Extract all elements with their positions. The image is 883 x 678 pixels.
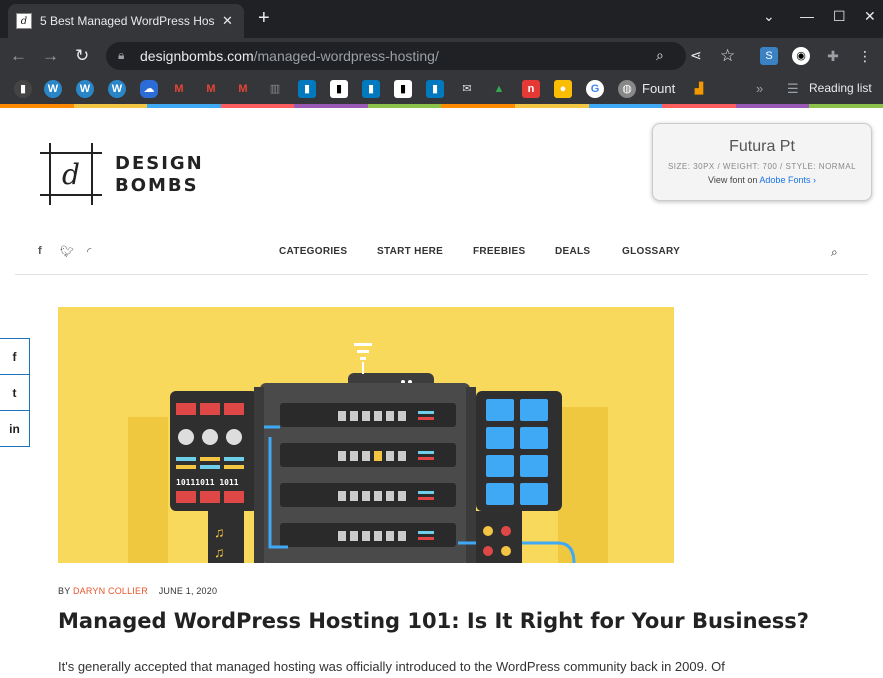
nav-categories[interactable]: CATEGORIES: [279, 246, 347, 257]
address-bar[interactable]: 🔒︎ designbombs.com/managed-wordpress-hos…: [106, 42, 702, 70]
article-date: JUNE 1, 2020: [158, 586, 218, 596]
tab-active[interactable]: d 5 Best Managed WordPress Hos ✕: [8, 4, 244, 38]
extensions-puzzle-icon[interactable]: ✚: [824, 47, 842, 65]
bookmark-wordpress-icon[interactable]: W: [76, 80, 94, 98]
logo-letter: d: [62, 158, 80, 191]
minimize-icon[interactable]: —: [800, 8, 814, 24]
svg-text:♫: ♫: [214, 524, 225, 540]
close-window-icon[interactable]: ✕: [864, 8, 876, 25]
site-favicon-icon: d: [16, 13, 32, 29]
search-icon[interactable]: ⌕: [831, 245, 838, 260]
header-rss-icon[interactable]: ◜: [87, 245, 91, 258]
share-facebook-icon[interactable]: f: [0, 338, 30, 375]
adobe-fonts-link[interactable]: Adobe Fonts ›: [759, 175, 816, 185]
font-view-line: View font on Adobe Fonts ›: [708, 175, 816, 185]
extension-s-icon[interactable]: S: [760, 47, 778, 65]
bookmark-trello-icon[interactable]: ▮: [330, 80, 348, 98]
share-twitter-icon[interactable]: t: [0, 374, 30, 411]
article-meta: BY DARYN COLLIER JUNE 1, 2020: [58, 586, 217, 596]
forward-icon[interactable]: →: [42, 46, 59, 66]
logo-line-2: BOMBS: [115, 175, 199, 196]
article-title: Managed WordPress Hosting 101: Is It Rig…: [58, 609, 809, 633]
logo-line-1: DESIGN: [115, 153, 204, 174]
bookmark-mail-icon[interactable]: ✉: [458, 80, 476, 98]
site-logo-text[interactable]: DESIGN BOMBS: [115, 153, 204, 197]
bookmark-n-icon[interactable]: n: [522, 80, 540, 98]
byline-prefix: BY: [58, 586, 73, 596]
extension-eye-icon[interactable]: ◉: [792, 47, 810, 65]
binary-text: 10111011 1011: [176, 478, 239, 487]
bookmark-trello-icon[interactable]: ▮: [362, 80, 380, 98]
lock-icon[interactable]: 🔒︎: [118, 48, 124, 63]
bookmark-wordpress-icon[interactable]: W: [44, 80, 62, 98]
font-meta: SIZE: 30PX / WEIGHT: 700 / STYLE: NORMAL: [667, 162, 857, 171]
more-bookmarks-icon[interactable]: »: [756, 81, 763, 96]
maximize-icon[interactable]: ☐: [833, 8, 846, 25]
tab-search-icon[interactable]: ⌄: [763, 8, 775, 25]
bookmark-globe-icon[interactable]: ◍: [618, 80, 636, 98]
nav-deals[interactable]: DEALS: [555, 246, 590, 257]
bookmark-star-icon[interactable]: ☆: [720, 46, 735, 66]
bookmark-keep-icon[interactable]: ●: [554, 80, 572, 98]
bookmark-wordpress-icon[interactable]: W: [108, 80, 126, 98]
bookmark-gmail-icon[interactable]: M: [202, 80, 220, 98]
nav-start-here[interactable]: START HERE: [377, 246, 443, 257]
bookmark-trello-icon[interactable]: ▮: [426, 80, 444, 98]
bookmark-gmail-icon[interactable]: M: [234, 80, 252, 98]
share-sidebar: f t in: [0, 338, 30, 447]
reading-list-label[interactable]: Reading list: [809, 81, 872, 95]
author-link[interactable]: DARYN COLLIER: [73, 586, 148, 596]
font-name: Futura Pt: [729, 138, 795, 155]
hero-image: 10111011 1011 ♫ ♫: [58, 307, 674, 563]
share-linkedin-icon[interactable]: in: [0, 410, 30, 447]
color-strip: [0, 104, 883, 108]
reading-list-icon[interactable]: ☰: [787, 81, 799, 97]
nav-freebies[interactable]: FREEBIES: [473, 246, 525, 257]
bookmark-gmail-icon[interactable]: M: [170, 80, 188, 98]
bookmark-dark-icon[interactable]: ▮: [14, 80, 32, 98]
browser-toolbar: ← → ↻ 🔒︎ designbombs.com/managed-wordpre…: [0, 38, 883, 74]
font-info-popup: Futura Pt SIZE: 30PX / WEIGHT: 700 / STY…: [652, 123, 872, 201]
header-twitter-icon[interactable]: 🐦︎: [60, 245, 74, 258]
bookmark-analytics-icon[interactable]: ▥: [266, 80, 284, 98]
bookmark-cloud-icon[interactable]: ☁: [140, 80, 158, 98]
bookmark-fount-label[interactable]: Fount: [642, 81, 675, 96]
nav-glossary[interactable]: GLOSSARY: [622, 246, 680, 257]
bookmark-drive-icon[interactable]: ▲: [490, 80, 508, 98]
tab-strip: d 5 Best Managed WordPress Hos ✕ + ⌄ — ☐…: [0, 0, 883, 38]
bookmarks-bar: ▮ W W W ☁ M M M ▥ ▮ ▮ ▮ ▮ ▮ ✉ ▲ n ● G ◍ …: [0, 74, 883, 104]
url-text[interactable]: designbombs.com/managed-wordpress-hostin…: [140, 48, 439, 64]
reload-icon[interactable]: ↻: [75, 46, 89, 66]
zoom-icon[interactable]: ⌕: [656, 47, 664, 64]
new-tab-button[interactable]: +: [258, 8, 270, 28]
share-icon[interactable]: ⋖: [690, 47, 702, 64]
server-illustration: 10111011 1011 ♫ ♫: [128, 343, 608, 563]
logo-mark-icon[interactable]: d: [40, 143, 102, 205]
bookmark-trello-icon[interactable]: ▮: [298, 80, 316, 98]
bookmark-trello-icon[interactable]: ▮: [394, 80, 412, 98]
article-excerpt: It's generally accepted that managed hos…: [58, 659, 725, 674]
tab-title: 5 Best Managed WordPress Hos: [40, 14, 215, 28]
nav-divider: [15, 274, 868, 275]
header-facebook-icon[interactable]: f: [38, 245, 42, 257]
bookmark-bars-icon[interactable]: ▟: [690, 80, 708, 98]
svg-text:♫: ♫: [214, 544, 225, 560]
tab-close-icon[interactable]: ✕: [222, 13, 233, 29]
back-icon[interactable]: ←: [10, 46, 27, 66]
menu-kebab-icon[interactable]: ⋮: [856, 47, 874, 65]
bookmark-google-icon[interactable]: G: [586, 80, 604, 98]
